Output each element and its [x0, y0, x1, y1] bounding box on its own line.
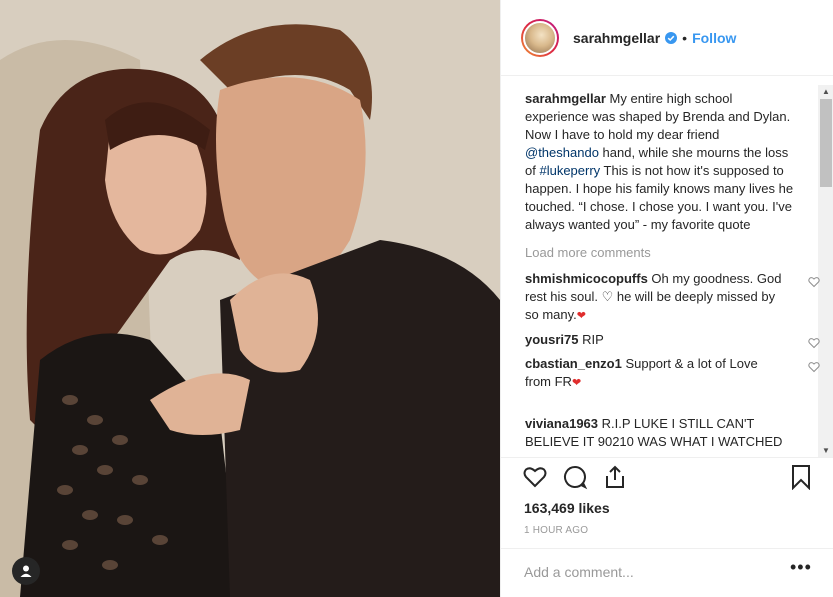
post-header: sarahmgellar • Follow [501, 0, 833, 76]
comment-username[interactable]: shmishmicocopuffs [525, 271, 648, 286]
load-more-comments[interactable]: Load more comments [525, 244, 795, 262]
header-username[interactable]: sarahmgellar [573, 30, 660, 46]
like-comment-heart-icon[interactable] [808, 361, 820, 373]
photo-illustration [0, 0, 500, 597]
scroll-up-arrow-icon[interactable]: ▲ [822, 87, 830, 96]
list-item: cbastian_enzo1 Support & a lot of Love f… [525, 355, 820, 392]
heart-emoji: ❤ [576, 310, 586, 322]
header-separator: • [682, 29, 688, 46]
comment-bubble-icon[interactable] [562, 464, 588, 490]
avatar-image [523, 20, 557, 55]
verified-badge-icon [665, 31, 678, 44]
comment-text: RIP [578, 332, 604, 347]
share-icon[interactable] [602, 464, 628, 490]
follow-button[interactable]: Follow [692, 30, 736, 46]
add-comment-bar: Add a comment... ••• [500, 548, 833, 597]
post-actions: 163,469 likes 1 HOUR AGO [500, 457, 833, 536]
avatar[interactable] [521, 18, 559, 57]
bookmark-icon[interactable] [790, 464, 812, 490]
caption-mention[interactable]: @theshando [525, 145, 599, 160]
scroll-down-arrow-icon[interactable]: ▼ [822, 446, 830, 455]
list-item: shmishmicocopuffs Oh my goodness. God re… [525, 270, 820, 325]
list-item: yousri75 RIP [525, 331, 820, 349]
post-timestamp[interactable]: 1 HOUR AGO [524, 525, 588, 536]
add-comment-input[interactable]: Add a comment... [524, 564, 634, 580]
comment-username[interactable]: viviana1963 [525, 416, 598, 431]
post-photo[interactable] [0, 0, 500, 597]
likes-count[interactable]: 163,469 likes [524, 500, 610, 516]
comments-scrollbar[interactable]: ▲ ▼ [818, 85, 833, 457]
caption-hashtag[interactable]: #lukeperry [539, 163, 600, 178]
list-item-partial: viviana1963 R.I.P LUKE I STILL CAN'T BEL… [525, 415, 795, 455]
comment-username[interactable]: yousri75 [525, 332, 578, 347]
comment-username[interactable]: cbastian_enzo1 [525, 356, 622, 371]
user-icon [20, 565, 32, 577]
like-heart-icon[interactable] [522, 464, 548, 490]
scroll-thumb[interactable] [820, 99, 832, 187]
heart-emoji: ❤ [571, 377, 582, 389]
caption: sarahmgellar My entire high school exper… [525, 90, 795, 234]
comments-list: sarahmgellar My entire high school exper… [525, 90, 820, 398]
caption-username[interactable]: sarahmgellar [525, 91, 606, 106]
like-comment-heart-icon[interactable] [808, 276, 820, 288]
like-comment-heart-icon[interactable] [808, 337, 820, 349]
tagged-user-button[interactable] [12, 557, 40, 585]
more-options-button[interactable]: ••• [790, 557, 812, 578]
